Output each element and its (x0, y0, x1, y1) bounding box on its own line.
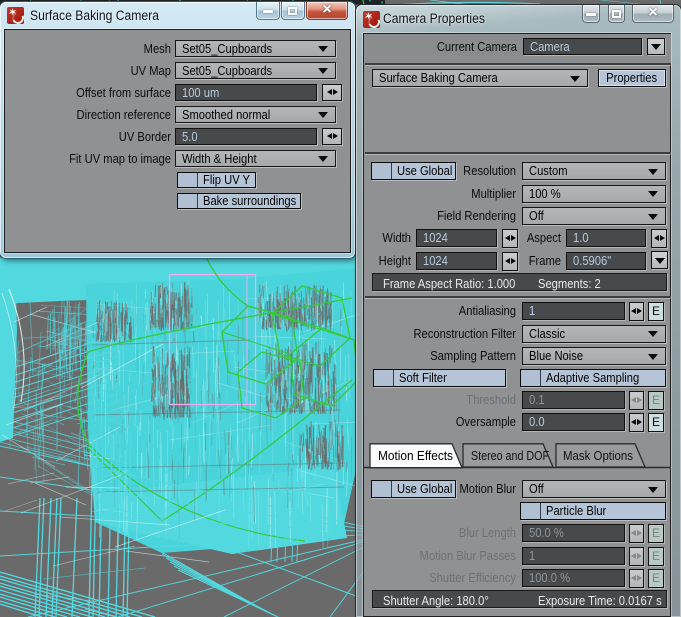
svg-text:Mask Options: Mask Options (563, 448, 633, 463)
svg-text:Motion Effects: Motion Effects (378, 448, 453, 463)
svg-text:Stereo and DOF: Stereo and DOF (471, 448, 549, 463)
